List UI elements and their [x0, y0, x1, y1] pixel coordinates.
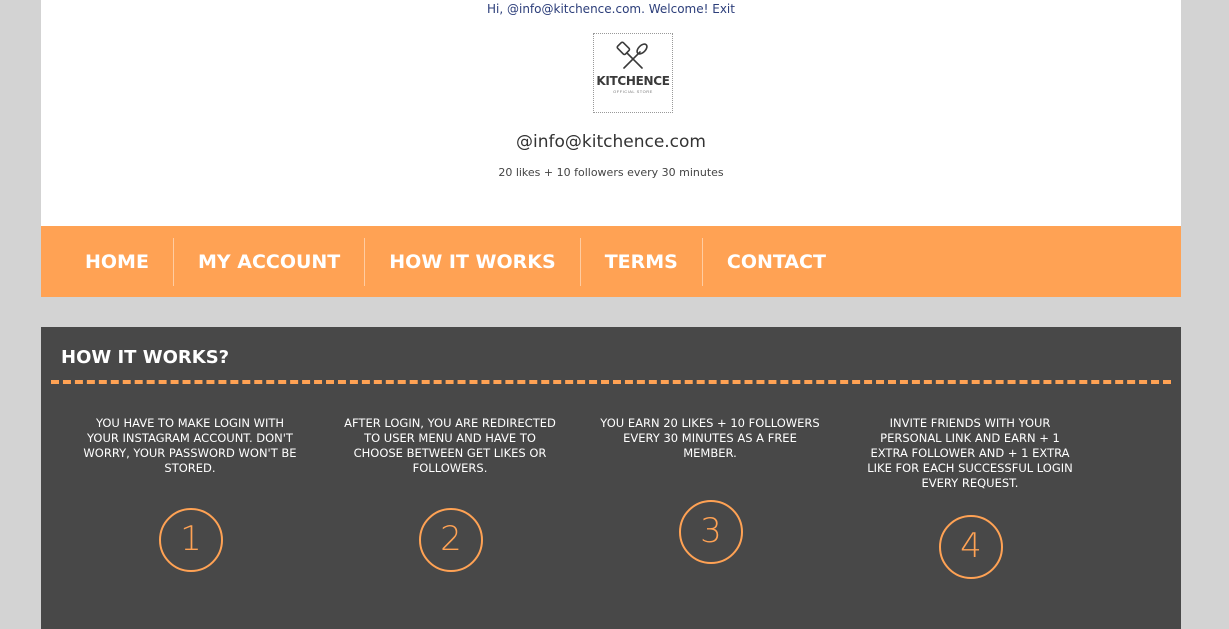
dashed-divider: [51, 380, 1171, 384]
how-it-works-section: HOW IT WORKS? You have to make login wit…: [41, 327, 1181, 629]
logo-text: KITCHENCE: [596, 74, 670, 88]
step-2: After login, you are redirected to user …: [340, 416, 560, 476]
welcome-bar: Hi, @info@kitchence.com. Welcome! Exit: [41, 2, 1181, 16]
page-container: Hi, @info@kitchence.com. Welcome! Exit K…: [41, 0, 1181, 629]
step-number-4: 4: [939, 515, 1003, 579]
welcome-text: Hi, @info@kitchence.com. Welcome!: [487, 2, 713, 16]
exit-link[interactable]: Exit: [712, 2, 735, 16]
logo[interactable]: KITCHENCE OFFICIAL STORE: [593, 33, 673, 113]
step-text: Invite friends with your personal link a…: [867, 416, 1073, 490]
nav-home[interactable]: HOME: [61, 237, 174, 286]
step-number-1: 1: [159, 508, 223, 572]
step-number-3: 3: [679, 500, 743, 564]
step-number-2: 2: [419, 508, 483, 572]
logo-subtext: OFFICIAL STORE: [613, 89, 653, 94]
nav-contact[interactable]: CONTACT: [703, 238, 850, 286]
username: @info@kitchence.com: [516, 132, 706, 152]
nav-how-it-works[interactable]: HOW IT WORKS: [365, 237, 581, 286]
step-text: You have to make login with your instagr…: [83, 416, 297, 475]
section-title: HOW IT WORKS?: [61, 347, 230, 368]
utensils-icon: [616, 41, 648, 69]
step-text: You earn 20 likes + 10 followers every 3…: [600, 416, 820, 460]
step-text: After login, you are redirected to user …: [344, 416, 556, 475]
step-1: You have to make login with your instagr…: [80, 416, 300, 476]
plan-info: 20 likes + 10 followers every 30 minutes: [498, 166, 724, 179]
main-nav: HOME MY ACCOUNT HOW IT WORKS TERMS CONTA…: [41, 226, 1181, 297]
step-4: Invite friends with your personal link a…: [860, 416, 1080, 491]
step-3: You earn 20 likes + 10 followers every 3…: [600, 416, 820, 461]
nav-terms[interactable]: TERMS: [581, 237, 703, 286]
nav-my-account[interactable]: MY ACCOUNT: [174, 237, 366, 286]
header: Hi, @info@kitchence.com. Welcome! Exit K…: [41, 0, 1181, 226]
